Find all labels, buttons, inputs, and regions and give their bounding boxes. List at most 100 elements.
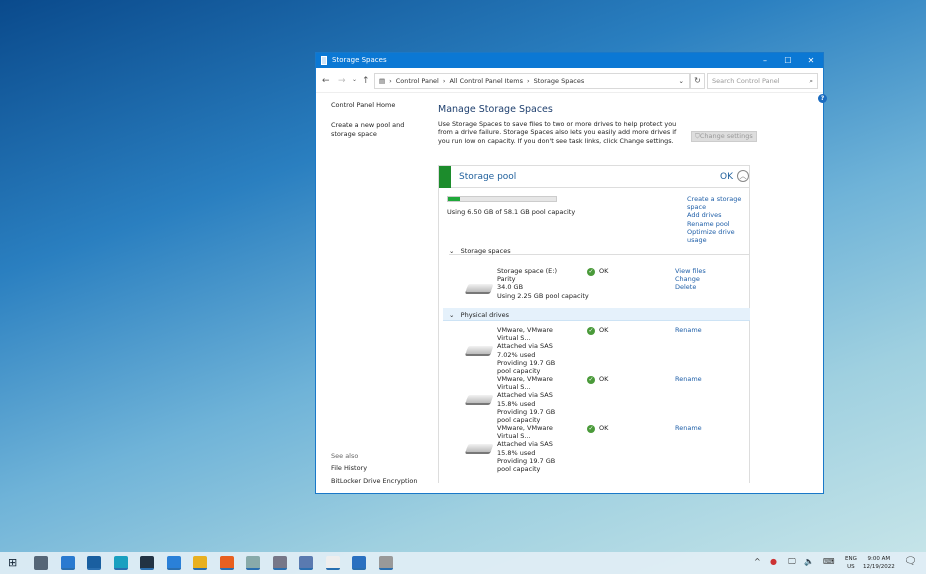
taskbar-app-icon[interactable]	[246, 556, 260, 570]
crumb-storage-spaces[interactable]: Storage Spaces	[534, 74, 585, 88]
back-arrow-icon[interactable]: ←	[322, 76, 330, 86]
space-size: 34.0 GB	[497, 283, 524, 292]
link-rename-drive[interactable]: Rename	[675, 424, 702, 432]
drive-icon	[465, 444, 494, 452]
crumb-all-items[interactable]: All Control Panel Items	[449, 74, 522, 88]
tray-chevron-icon[interactable]: ^	[754, 557, 761, 566]
pool-name: Storage pool	[459, 172, 517, 182]
crumb-control-panel[interactable]: Control Panel	[396, 74, 439, 88]
drive-attach: Attached via SAS	[497, 391, 553, 400]
page-title: Manage Storage Spaces	[438, 104, 553, 115]
close-button[interactable]: ✕	[800, 54, 822, 67]
tray-app-icon[interactable]: ●	[770, 557, 777, 566]
pool-status-bar	[439, 166, 451, 188]
search-icon: ⌕	[809, 77, 813, 85]
taskbar-store-icon[interactable]	[87, 556, 101, 570]
link-rename-pool[interactable]: Rename pool	[687, 220, 751, 228]
pool-capacity-fill	[448, 197, 461, 201]
space-type: Parity	[497, 275, 516, 284]
forward-arrow-icon[interactable]: →	[338, 76, 346, 86]
change-settings-button[interactable]: ⛉Change settings	[691, 131, 757, 142]
drive-name: VMware, VMware Virtual S...	[497, 424, 553, 441]
storage-spaces-app-icon	[321, 56, 327, 65]
address-dropdown-icon[interactable]: ⌄	[679, 74, 684, 88]
storage-spaces-section[interactable]: ⌄ Storage spaces	[449, 247, 749, 255]
link-rename-drive[interactable]: Rename	[675, 375, 702, 383]
volume-icon[interactable]: 🔈	[804, 557, 814, 566]
page-description: Use Storage Spaces to save files to two …	[438, 120, 677, 145]
title-bar[interactable]: Storage Spaces – ☐ ✕	[316, 53, 823, 68]
taskbar-edge-icon[interactable]	[113, 556, 128, 570]
drive-providing: Providing 19.7 GB pool capacity	[497, 456, 556, 474]
link-change[interactable]: Change	[675, 275, 706, 283]
pool-status: OK	[720, 172, 733, 182]
taskbar-firefox-icon[interactable]	[219, 556, 234, 570]
keyboard-icon[interactable]: ⌨	[823, 557, 835, 566]
drive-icon	[465, 395, 494, 403]
clock[interactable]: 9:00 AM 12/19/2022	[863, 555, 895, 571]
chevron-down-icon: ⌄	[449, 311, 455, 319]
drive-name: VMware, VMware Virtual S...	[497, 326, 553, 343]
link-file-history[interactable]: File History	[331, 464, 367, 472]
network-icon[interactable]: 🖵	[788, 557, 796, 567]
notification-icon[interactable]: 🗨	[904, 556, 917, 567]
drive-used: 15.8% used	[497, 448, 536, 457]
collapse-chevron-icon[interactable]: ︿	[737, 170, 749, 182]
language-indicator[interactable]: ENG US	[845, 555, 857, 571]
search-placeholder: Search Control Panel	[712, 77, 780, 85]
space-name: Storage space (E:)	[497, 267, 558, 275]
drive-providing: Providing 19.7 GB pool capacity	[497, 358, 556, 376]
pool-header: Storage pool OK ︿	[439, 166, 749, 188]
taskbar-app-icon[interactable]	[352, 556, 366, 570]
drive-attach: Attached via SAS	[497, 342, 553, 351]
drive-providing: Providing 19.7 GB pool capacity	[497, 407, 556, 425]
taskbar-notepad-icon[interactable]	[325, 556, 340, 570]
ok-check-icon: ✓	[587, 425, 595, 433]
breadcrumb[interactable]: ▤ › Control Panel › All Control Panel Item…	[374, 73, 690, 89]
taskbar-app-icon[interactable]	[378, 556, 393, 570]
ok-check-icon: ✓	[587, 376, 595, 384]
address-bar-row: ← → ⌄ ↑ ▤ › Control Panel › All Control Pa…	[316, 69, 823, 93]
drive-used: 15.8% used	[497, 399, 536, 408]
link-delete[interactable]: Delete	[675, 283, 706, 291]
ok-check-icon: ✓	[587, 268, 595, 276]
link-optimize-drive-usage[interactable]: Optimize drive usage	[687, 228, 751, 244]
nav-create-pool[interactable]: Create a new pool and storage space	[331, 121, 426, 138]
start-windows-icon[interactable]: ⊞	[8, 556, 17, 569]
taskbar-settings-icon[interactable]	[34, 556, 48, 570]
pool-usage-text: Using 6.50 GB of 58.1 GB pool capacity	[447, 208, 576, 216]
physical-drive-item: VMware, VMware Virtual S... Attached via…	[497, 326, 569, 375]
link-rename-drive[interactable]: Rename	[675, 326, 702, 334]
taskbar-file-explorer-icon[interactable]	[193, 556, 207, 570]
maximize-button[interactable]: ☐	[777, 54, 799, 67]
physical-drive-item: VMware, VMware Virtual S... Attached via…	[497, 375, 569, 424]
help-icon[interactable]: ?	[818, 94, 827, 103]
taskbar: ⊞ ^ ● 🖵 🔈 ⌨ ENG US 9:00 AM 12/19/2022 🗨	[0, 552, 926, 574]
search-input[interactable]: Search Control Panel ⌕	[707, 73, 818, 89]
space-usage: Using 2.25 GB pool capacity	[497, 291, 589, 300]
storage-spaces-window: Storage Spaces – ☐ ✕ ← → ⌄ ↑ ▤ › Control …	[315, 52, 827, 494]
chevron-down-icon: ⌄	[449, 247, 455, 255]
link-view-files[interactable]: View files	[675, 267, 706, 275]
minimize-button[interactable]: –	[754, 54, 776, 67]
pool-capacity-bar	[447, 196, 557, 202]
drive-used: 7.02% used	[497, 350, 536, 359]
link-create-storage-space[interactable]: Create a storage space	[687, 195, 751, 211]
taskbar-vscode-icon[interactable]	[166, 556, 181, 570]
taskbar-app-icon[interactable]	[299, 556, 313, 570]
taskbar-control-panel-icon[interactable]	[60, 556, 75, 570]
drive-icon	[465, 346, 494, 354]
physical-drives-section[interactable]: ⌄ Physical drives	[443, 308, 750, 321]
link-bitlocker[interactable]: BitLocker Drive Encryption	[331, 477, 417, 485]
up-arrow-icon[interactable]: ↑	[362, 76, 370, 86]
recent-chevron-icon[interactable]: ⌄	[352, 76, 357, 83]
nav-control-panel-home[interactable]: Control Panel Home	[331, 101, 395, 109]
drive-status: OK	[599, 375, 609, 383]
link-add-drives[interactable]: Add drives	[687, 211, 751, 219]
drive-attach: Attached via SAS	[497, 440, 553, 449]
refresh-button[interactable]: ↻	[690, 73, 705, 89]
storage-icon: ▤	[379, 77, 386, 85]
drive-status: OK	[599, 326, 609, 334]
taskbar-terminal-icon[interactable]	[140, 556, 154, 570]
taskbar-app-icon[interactable]	[272, 556, 287, 570]
